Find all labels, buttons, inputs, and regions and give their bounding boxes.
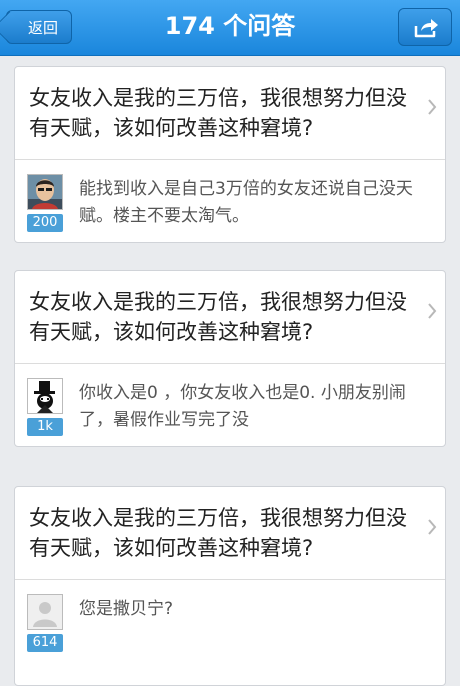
chevron-right-icon	[428, 519, 437, 535]
share-icon	[414, 19, 438, 38]
back-button[interactable]: 返回	[6, 10, 72, 44]
vote-count-badge: 200	[27, 214, 63, 232]
question-row[interactable]: 女友收入是我的三万倍，我很想努力但没有天赋，该如何改善这种窘境?	[15, 271, 445, 364]
question-text: 女友收入是我的三万倍，我很想努力但没有天赋，该如何改善这种窘境?	[29, 506, 407, 560]
default-avatar[interactable]	[27, 594, 63, 630]
user-photo-avatar[interactable]	[27, 174, 63, 210]
qa-card[interactable]: 女友收入是我的三万倍，我很想努力但没有天赋，该如何改善这种窘境? 200 能找到…	[14, 66, 446, 243]
answer-row[interactable]: 1k 你收入是0 ，你女友收入也是0. 小朋友别闹了，暑假作业写完了没	[15, 364, 445, 446]
chevron-right-icon	[428, 303, 437, 319]
chevron-right-icon	[428, 99, 437, 115]
vote-count-badge: 1k	[27, 418, 63, 436]
qa-card[interactable]: 女友收入是我的三万倍，我很想努力但没有天赋，该如何改善这种窘境? 1k 你收入是…	[14, 270, 446, 447]
top-hat-avatar[interactable]	[27, 378, 63, 414]
question-text: 女友收入是我的三万倍，我很想努力但没有天赋，该如何改善这种窘境?	[29, 290, 407, 344]
question-row[interactable]: 女友收入是我的三万倍，我很想努力但没有天赋，该如何改善这种窘境?	[15, 487, 445, 580]
answer-row[interactable]: 614 您是撒贝宁?	[15, 580, 445, 662]
answer-row[interactable]: 200 能找到收入是自己3万倍的女友还说自己没天赋。楼主不要太淘气。	[15, 160, 445, 242]
question-row[interactable]: 女友收入是我的三万倍，我很想努力但没有天赋，该如何改善这种窘境?	[15, 67, 445, 160]
back-button-label: 返回	[27, 19, 58, 37]
answer-text: 您是撒贝宁?	[79, 599, 174, 619]
question-text: 女友收入是我的三万倍，我很想努力但没有天赋，该如何改善这种窘境?	[29, 86, 407, 140]
answer-text: 能找到收入是自己3万倍的女友还说自己没天赋。楼主不要太淘气。	[79, 179, 413, 226]
share-button[interactable]	[398, 8, 452, 46]
qa-card[interactable]: 女友收入是我的三万倍，我很想努力但没有天赋，该如何改善这种窘境? 614 您是撒…	[14, 486, 446, 686]
answer-text: 你收入是0 ，你女友收入也是0. 小朋友别闹了，暑假作业写完了没	[79, 383, 406, 430]
navigation-bar: 返回 174 个问答	[0, 0, 460, 56]
vote-count-badge: 614	[27, 634, 63, 652]
page-title: 174 个问答	[164, 12, 296, 40]
